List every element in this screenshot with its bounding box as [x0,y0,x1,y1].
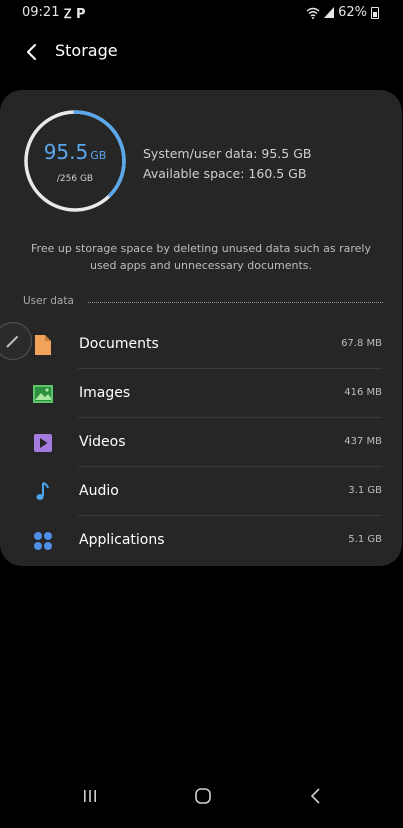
signal-icon [324,7,335,18]
list-item-audio[interactable]: Audio 3.1 GB [0,467,402,516]
status-bar: 09:21 Ⴭ P 62% [0,0,403,26]
list-item-documents[interactable]: Documents 67.8 MB [0,320,402,369]
recents-icon[interactable] [82,788,98,804]
free-up-tip: Free up storage space by deleting unused… [31,242,371,272]
item-label: Documents [79,336,159,352]
section-header-user-data: User data [23,295,383,309]
home-icon[interactable] [194,787,212,805]
wifi-icon [306,7,320,19]
battery-icon [371,6,379,19]
notification-icons: Ⴭ P [64,7,86,22]
item-label: Audio [79,483,119,499]
edit-button[interactable] [0,322,32,360]
total-storage: /256 GB [56,174,94,184]
used-value-unit: GB [90,149,107,162]
item-size: 416 MB [344,387,382,398]
back-button[interactable] [20,38,48,66]
storage-card: 95.5 GB /256 GB System/user data: 95.5 GB… [0,90,402,566]
section-label: User data [23,295,74,307]
item-size: 437 MB [344,436,382,447]
item-size: 3.1 GB [348,485,382,496]
item-label: Images [79,385,131,401]
battery-percent: 62% [338,5,367,20]
apps-grid-icon [34,532,52,550]
nav-back-icon[interactable] [308,787,324,805]
section-divider [88,302,383,303]
available-space-line: Available space: 160.5 GB [143,166,307,181]
chevron-left-icon [27,44,36,60]
video-icon [34,434,52,452]
list-item-images[interactable]: Images 416 MB [0,369,402,418]
list-item-applications[interactable]: Applications 5.1 GB [0,516,402,565]
music-note-icon [36,482,49,500]
item-size: 5.1 GB [348,534,382,545]
storage-info: System/user data: 95.5 GB Available spac… [143,144,311,184]
item-size: 67.8 MB [341,338,382,349]
user-data-list: Documents 67.8 MB Images 416 MB Videos 4… [0,320,402,565]
item-label: Applications [79,532,165,548]
item-label: Videos [79,434,126,450]
navigation-bar [0,770,403,828]
image-icon [33,385,53,403]
document-icon [35,335,51,355]
status-time: 09:21 [22,5,60,20]
used-storage-value: 95.5 GB [23,140,127,164]
system-user-data-line: System/user data: 95.5 GB [143,146,312,161]
page-title: Storage [55,41,118,60]
pencil-icon [6,336,18,348]
used-value-number: 95.5 [43,140,89,164]
status-right: 62% [306,5,379,20]
app-header: Storage [0,36,403,68]
list-item-videos[interactable]: Videos 437 MB [0,418,402,467]
